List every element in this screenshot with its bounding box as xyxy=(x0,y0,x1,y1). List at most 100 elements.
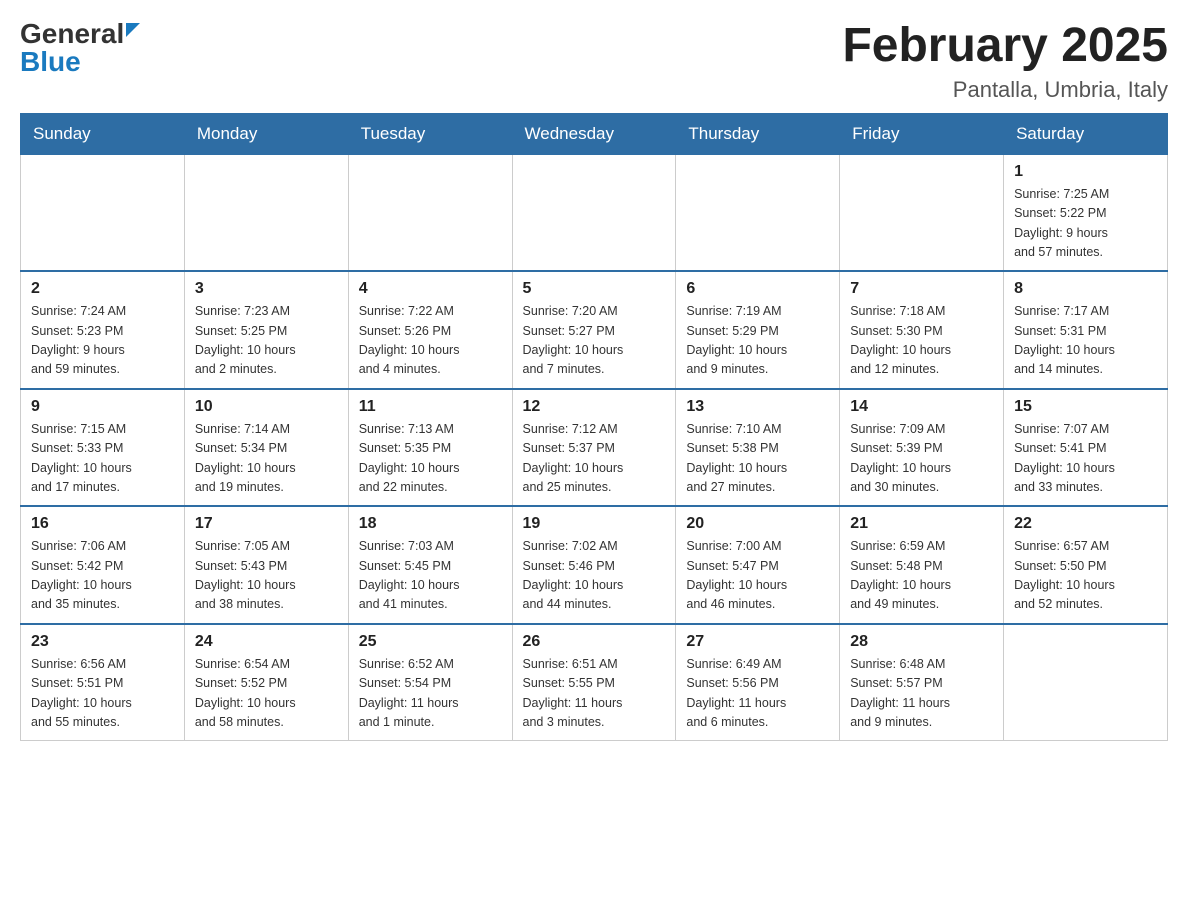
day-info: Sunrise: 7:19 AM Sunset: 5:29 PM Dayligh… xyxy=(686,302,829,380)
header-sunday: Sunday xyxy=(21,113,185,154)
day-info: Sunrise: 7:10 AM Sunset: 5:38 PM Dayligh… xyxy=(686,420,829,498)
day-number: 12 xyxy=(523,398,666,416)
day-info: Sunrise: 6:51 AM Sunset: 5:55 PM Dayligh… xyxy=(523,655,666,733)
table-row: 5Sunrise: 7:20 AM Sunset: 5:27 PM Daylig… xyxy=(512,271,676,389)
day-number: 26 xyxy=(523,633,666,651)
day-number: 18 xyxy=(359,515,502,533)
day-number: 5 xyxy=(523,280,666,298)
calendar-week-row: 2 Sunrise: 7:24 AM Sunset: 5:23 PM Daylig… xyxy=(21,271,1168,389)
day-number: 9 xyxy=(31,398,174,416)
calendar-week-row: 1Sunrise: 7:25 AM Sunset: 5:22 PM Daylig… xyxy=(21,154,1168,271)
logo-general-text: General xyxy=(20,20,124,48)
day-info: Sunrise: 7:18 AM Sunset: 5:30 PM Dayligh… xyxy=(850,302,993,380)
day-number: 16 xyxy=(31,515,174,533)
table-row: 8 Sunrise: 7:17 AM Sunset: 5:31 PM Daylig… xyxy=(1004,271,1168,389)
table-row: 16 Sunrise: 7:06 AM Sunset: 5:42 PM Dayli… xyxy=(21,506,185,624)
page-header: General Blue February 2025 Pantalla, Umb… xyxy=(20,20,1168,103)
day-number: 20 xyxy=(686,515,829,533)
day-number: 11 xyxy=(359,398,502,416)
day-info: Sunrise: 7:07 AM Sunset: 5:41 PM Dayligh… xyxy=(1014,420,1157,498)
table-row: 20 Sunrise: 7:00 AM Sunset: 5:47 PM Dayli… xyxy=(676,506,840,624)
day-number: 6 xyxy=(686,280,829,298)
table-row xyxy=(21,154,185,271)
table-row: 6 Sunrise: 7:19 AM Sunset: 5:29 PM Daylig… xyxy=(676,271,840,389)
day-info: Sunrise: 7:00 AM Sunset: 5:47 PM Dayligh… xyxy=(686,537,829,615)
day-number: 17 xyxy=(195,515,338,533)
header-friday: Friday xyxy=(840,113,1004,154)
day-number: 23 xyxy=(31,633,174,651)
table-row: 21Sunrise: 6:59 AM Sunset: 5:48 PM Dayli… xyxy=(840,506,1004,624)
day-number: 7 xyxy=(850,280,993,298)
table-row: 23Sunrise: 6:56 AM Sunset: 5:51 PM Dayli… xyxy=(21,624,185,741)
day-number: 10 xyxy=(195,398,338,416)
table-row xyxy=(840,154,1004,271)
table-row: 27 Sunrise: 6:49 AM Sunset: 5:56 PM Dayli… xyxy=(676,624,840,741)
table-row: 25Sunrise: 6:52 AM Sunset: 5:54 PM Dayli… xyxy=(348,624,512,741)
table-row: 28 Sunrise: 6:48 AM Sunset: 5:57 PM Dayli… xyxy=(840,624,1004,741)
day-number: 28 xyxy=(850,633,993,651)
day-info: Sunrise: 6:57 AM Sunset: 5:50 PM Dayligh… xyxy=(1014,537,1157,615)
day-info: Sunrise: 7:15 AM Sunset: 5:33 PM Dayligh… xyxy=(31,420,174,498)
calendar-week-row: 9 Sunrise: 7:15 AM Sunset: 5:33 PM Daylig… xyxy=(21,389,1168,507)
day-number: 2 xyxy=(31,280,174,298)
location-title: Pantalla, Umbria, Italy xyxy=(842,77,1168,103)
day-number: 21 xyxy=(850,515,993,533)
day-info: Sunrise: 6:48 AM Sunset: 5:57 PM Dayligh… xyxy=(850,655,993,733)
day-info: Sunrise: 7:12 AM Sunset: 5:37 PM Dayligh… xyxy=(523,420,666,498)
header-tuesday: Tuesday xyxy=(348,113,512,154)
day-number: 3 xyxy=(195,280,338,298)
day-info: Sunrise: 7:22 AM Sunset: 5:26 PM Dayligh… xyxy=(359,302,502,380)
table-row: 9 Sunrise: 7:15 AM Sunset: 5:33 PM Daylig… xyxy=(21,389,185,507)
table-row xyxy=(512,154,676,271)
day-info: Sunrise: 7:23 AM Sunset: 5:25 PM Dayligh… xyxy=(195,302,338,380)
table-row: 4 Sunrise: 7:22 AM Sunset: 5:26 PM Daylig… xyxy=(348,271,512,389)
table-row: 12 Sunrise: 7:12 AM Sunset: 5:37 PM Dayli… xyxy=(512,389,676,507)
calendar-week-row: 23Sunrise: 6:56 AM Sunset: 5:51 PM Dayli… xyxy=(21,624,1168,741)
day-info: Sunrise: 7:02 AM Sunset: 5:46 PM Dayligh… xyxy=(523,537,666,615)
table-row: 24 Sunrise: 6:54 AM Sunset: 5:52 PM Dayli… xyxy=(184,624,348,741)
day-info: Sunrise: 7:14 AM Sunset: 5:34 PM Dayligh… xyxy=(195,420,338,498)
day-info: Sunrise: 7:13 AM Sunset: 5:35 PM Dayligh… xyxy=(359,420,502,498)
day-info: Sunrise: 6:54 AM Sunset: 5:52 PM Dayligh… xyxy=(195,655,338,733)
weekday-header-row: Sunday Monday Tuesday Wednesday Thursday… xyxy=(21,113,1168,154)
logo-blue-text: Blue xyxy=(20,46,81,77)
table-row xyxy=(348,154,512,271)
day-number: 8 xyxy=(1014,280,1157,298)
day-number: 22 xyxy=(1014,515,1157,533)
table-row: 3 Sunrise: 7:23 AM Sunset: 5:25 PM Daylig… xyxy=(184,271,348,389)
table-row: 18 Sunrise: 7:03 AM Sunset: 5:45 PM Dayli… xyxy=(348,506,512,624)
day-info: Sunrise: 7:06 AM Sunset: 5:42 PM Dayligh… xyxy=(31,537,174,615)
calendar-table: Sunday Monday Tuesday Wednesday Thursday… xyxy=(20,113,1168,742)
table-row xyxy=(1004,624,1168,741)
day-number: 4 xyxy=(359,280,502,298)
table-row: 14Sunrise: 7:09 AM Sunset: 5:39 PM Dayli… xyxy=(840,389,1004,507)
day-info: Sunrise: 7:03 AM Sunset: 5:45 PM Dayligh… xyxy=(359,537,502,615)
day-info: Sunrise: 7:09 AM Sunset: 5:39 PM Dayligh… xyxy=(850,420,993,498)
day-info: Sunrise: 7:17 AM Sunset: 5:31 PM Dayligh… xyxy=(1014,302,1157,380)
table-row: 13 Sunrise: 7:10 AM Sunset: 5:38 PM Dayli… xyxy=(676,389,840,507)
day-number: 13 xyxy=(686,398,829,416)
header-wednesday: Wednesday xyxy=(512,113,676,154)
day-number: 24 xyxy=(195,633,338,651)
day-info: Sunrise: 7:24 AM Sunset: 5:23 PM Dayligh… xyxy=(31,302,174,380)
table-row: 17 Sunrise: 7:05 AM Sunset: 5:43 PM Dayli… xyxy=(184,506,348,624)
day-number: 19 xyxy=(523,515,666,533)
table-row: 1Sunrise: 7:25 AM Sunset: 5:22 PM Daylig… xyxy=(1004,154,1168,271)
day-number: 1 xyxy=(1014,163,1157,181)
day-number: 15 xyxy=(1014,398,1157,416)
table-row: 11 Sunrise: 7:13 AM Sunset: 5:35 PM Dayli… xyxy=(348,389,512,507)
day-info: Sunrise: 7:05 AM Sunset: 5:43 PM Dayligh… xyxy=(195,537,338,615)
header-saturday: Saturday xyxy=(1004,113,1168,154)
calendar-week-row: 16 Sunrise: 7:06 AM Sunset: 5:42 PM Dayli… xyxy=(21,506,1168,624)
table-row xyxy=(676,154,840,271)
day-info: Sunrise: 6:49 AM Sunset: 5:56 PM Dayligh… xyxy=(686,655,829,733)
day-number: 27 xyxy=(686,633,829,651)
table-row: 7 Sunrise: 7:18 AM Sunset: 5:30 PM Daylig… xyxy=(840,271,1004,389)
table-row: 22 Sunrise: 6:57 AM Sunset: 5:50 PM Dayli… xyxy=(1004,506,1168,624)
table-row xyxy=(184,154,348,271)
table-row: 2 Sunrise: 7:24 AM Sunset: 5:23 PM Daylig… xyxy=(21,271,185,389)
logo: General Blue xyxy=(20,20,140,76)
month-title: February 2025 xyxy=(842,20,1168,73)
day-info: Sunrise: 6:52 AM Sunset: 5:54 PM Dayligh… xyxy=(359,655,502,733)
table-row: 10 Sunrise: 7:14 AM Sunset: 5:34 PM Dayli… xyxy=(184,389,348,507)
